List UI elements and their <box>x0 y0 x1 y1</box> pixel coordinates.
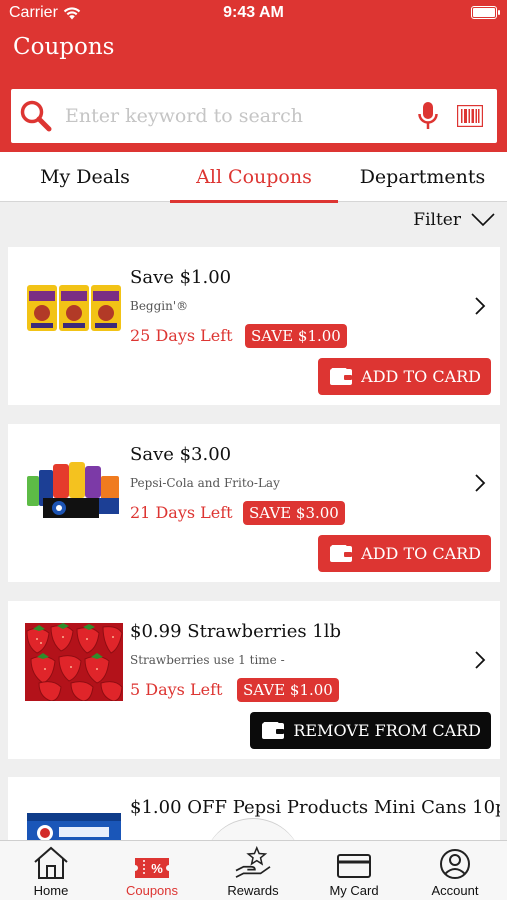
tab-label: Departments <box>359 166 486 188</box>
nav-label: Home <box>33 883 69 898</box>
nav-label: My Card <box>329 883 379 898</box>
nav-rewards[interactable]: Rewards <box>203 846 303 898</box>
status-time: 9:43 AM <box>223 4 284 21</box>
beggin-treats-image <box>25 277 123 355</box>
add-to-card-button[interactable]: ADD TO CARD <box>318 535 491 572</box>
nav-account[interactable]: Account <box>405 846 505 898</box>
tab-my-deals[interactable]: My Deals <box>0 152 170 202</box>
coupon-brand: Beggin'® <box>130 299 189 313</box>
search-input[interactable] <box>65 96 417 136</box>
wallet-icon <box>330 368 353 385</box>
page-title: Coupons <box>13 34 115 60</box>
rewards-icon <box>235 846 271 878</box>
days-left: 5 Days Left <box>130 680 223 699</box>
button-label: REMOVE FROM CARD <box>293 721 481 740</box>
battery-icon <box>471 6 500 19</box>
search-bar <box>11 89 497 143</box>
coupon-card[interactable]: $0.99 Strawberries 1lb Strawberries use … <box>8 601 500 759</box>
coupon-title: Save $1.00 <box>130 267 232 288</box>
filter-button[interactable]: Filter <box>413 210 495 230</box>
nav-my-card[interactable]: My Card <box>304 846 404 898</box>
account-icon <box>440 849 470 879</box>
tab-label: My Deals <box>40 166 130 188</box>
coupon-tabs: My Deals All Coupons Departments <box>0 152 507 203</box>
days-left: 25 Days Left <box>130 326 233 345</box>
coupon-icon: % <box>135 858 169 878</box>
coupon-title: Save $3.00 <box>130 444 232 465</box>
card-icon <box>337 854 371 878</box>
search-icon[interactable] <box>19 99 53 133</box>
chevron-right-icon[interactable] <box>474 651 486 669</box>
chevron-down-icon <box>471 213 495 227</box>
pepsi-frito-image <box>25 454 123 532</box>
microphone-icon[interactable] <box>417 101 439 131</box>
nav-label: Coupons <box>125 883 179 898</box>
filter-label: Filter <box>413 210 461 230</box>
nav-label: Rewards <box>227 883 279 898</box>
add-to-card-button[interactable]: ADD TO CARD <box>318 358 491 395</box>
savings-badge: SAVE $1.00 <box>237 678 339 702</box>
barcode-scan-icon[interactable] <box>457 105 483 127</box>
strawberries-image <box>25 623 123 701</box>
tab-all-coupons[interactable]: All Coupons <box>170 152 338 203</box>
home-icon <box>34 846 68 879</box>
coupon-card[interactable]: Save $1.00 Beggin'® 25 Days Left SAVE $1… <box>8 247 500 405</box>
tab-departments[interactable]: Departments <box>338 152 507 202</box>
remove-from-card-button[interactable]: REMOVE FROM CARD <box>250 712 491 749</box>
tab-label: All Coupons <box>196 166 312 188</box>
status-bar: Carrier 9:43 AM <box>0 0 507 28</box>
days-left: 21 Days Left <box>130 503 233 522</box>
pepsi-mini-cans-image <box>25 809 123 840</box>
savings-badge: SAVE $3.00 <box>243 501 345 525</box>
nav-home[interactable]: Home <box>1 846 101 898</box>
coupon-card[interactable]: Save $3.00 Pepsi-Cola and Frito-Lay 21 D… <box>8 424 500 582</box>
nav-label: Account <box>431 883 479 898</box>
wallet-icon <box>262 722 285 739</box>
wallet-icon <box>330 545 353 562</box>
coupon-brand: Pepsi-Cola and Frito-Lay <box>130 476 280 490</box>
coupon-title: $1.00 OFF Pepsi Products Mini Cans 10p..… <box>130 797 500 818</box>
savings-badge: SAVE $1.00 <box>245 324 347 348</box>
svg-text:%: % <box>151 861 163 876</box>
chevron-right-icon[interactable] <box>474 474 486 492</box>
button-label: ADD TO CARD <box>361 544 481 563</box>
nav-coupons[interactable]: % Coupons <box>102 846 202 898</box>
coupon-brand: Strawberries use 1 time - <box>130 653 285 667</box>
app-header: Carrier 9:43 AM Coupons <box>0 0 507 152</box>
coupon-title: $0.99 Strawberries 1lb <box>130 621 342 642</box>
chevron-right-icon[interactable] <box>474 297 486 315</box>
button-label: ADD TO CARD <box>361 367 481 386</box>
